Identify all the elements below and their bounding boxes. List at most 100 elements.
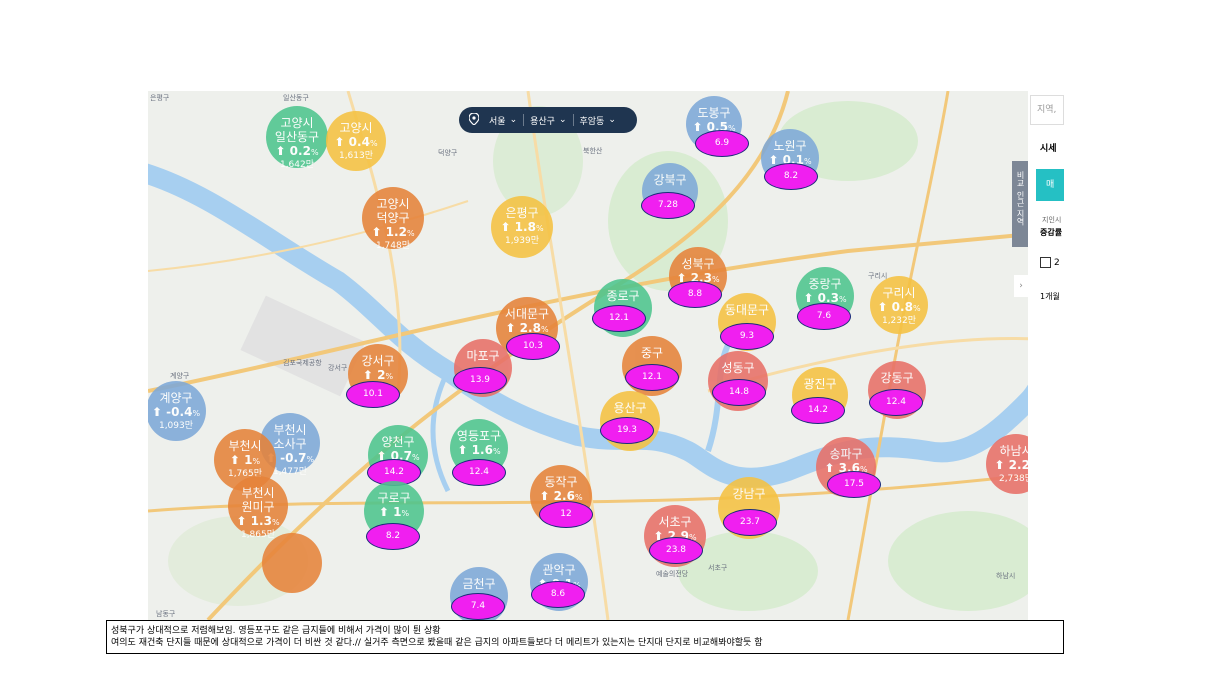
map-label-gangseo: 강서구 — [328, 364, 348, 372]
annotation-value: 12 — [539, 501, 593, 528]
region-name: 강서구 — [361, 354, 395, 368]
region-bubble[interactable]: 고양시 덕양구 ⬆ 1.2% 1,748만 — [362, 187, 424, 251]
dong-label: 후암동 — [579, 116, 605, 127]
note-box: 성북구가 상대적으로 저렴해보임. 영등포구도 같은 급지들에 비해서 가격이 … — [106, 620, 1064, 654]
region-price: 1,613만 — [338, 151, 374, 161]
note-line-2: 여의도 재건축 단지들 때문에 상대적으로 가격이 더 비싼 것 같다.// 실… — [111, 638, 763, 648]
region-name: 성북구 — [681, 257, 715, 271]
compare-tab[interactable]: 비교 인근 지역 — [1012, 161, 1028, 247]
chevron-down-icon: ⌄ — [558, 115, 567, 125]
annotation-value: 10.3 — [506, 333, 560, 360]
annotation-value: 12.1 — [592, 305, 646, 332]
map-label-banpo: 예술의전당 — [656, 570, 689, 578]
region-name: 마포구 — [466, 349, 500, 363]
indicator-value[interactable]: 증감률 — [1040, 227, 1062, 238]
date-picker[interactable]: 2 — [1040, 257, 1060, 268]
period-select[interactable]: 1개월 — [1040, 291, 1060, 302]
region-change: ⬆ 1.8% — [500, 220, 544, 234]
region-change: ⬆ 0.4% — [334, 135, 378, 149]
region-change: ⬆ 1.3% — [236, 514, 280, 528]
region-bubble[interactable]: 부천시 원미구 ⬆ 1.3% 1,865만 — [228, 476, 288, 540]
region-name: 일산동구 — [274, 130, 320, 144]
region-name: 부천시 — [228, 439, 262, 453]
region-price: 1,939만 — [504, 236, 540, 246]
region-name: 구로구 — [377, 491, 411, 505]
district-dropdown[interactable]: 용산구 ⌄ — [524, 114, 572, 127]
map-label-deokyang: 덕양구 — [438, 149, 458, 157]
chevron-right-icon[interactable]: › — [1014, 275, 1028, 297]
region-bubble[interactable]: 은평구 ⬆ 1.8% 1,939만 — [491, 196, 553, 258]
region-price: 1,642만 — [279, 160, 315, 170]
region-name: 노원구 — [773, 139, 807, 153]
region-name: 광진구 — [803, 377, 837, 391]
region-name: 서초구 — [658, 515, 692, 529]
annotation-value: 7.6 — [797, 303, 851, 330]
region-bubble[interactable] — [262, 533, 322, 593]
region-change: ⬆ 1.6% — [457, 443, 501, 457]
region-name: 서대문구 — [504, 307, 550, 321]
region-change: ⬆ 1% — [378, 505, 410, 519]
annotation-value: 17.5 — [827, 471, 881, 498]
annotation-value: 8.2 — [764, 163, 818, 190]
region-price: 1,232만 — [881, 316, 917, 326]
search-input[interactable]: 지역, — [1030, 95, 1064, 125]
region-bubble[interactable]: 고양시 ⬆ 0.4% 1,613만 — [326, 111, 386, 171]
region-name: 부천시 — [273, 423, 307, 437]
region-name: 고양시 — [376, 197, 410, 211]
region-name: 덕양구 — [376, 211, 410, 225]
region-name: 고양시 — [280, 116, 314, 130]
city-label: 서울 — [489, 116, 506, 127]
region-name: 중랑구 — [808, 277, 842, 291]
chevron-down-icon: ⌄ — [608, 115, 616, 125]
region-change: ⬆ 0.2% — [275, 144, 319, 158]
annotation-value: 23.8 — [649, 537, 703, 564]
region-bubble[interactable]: 고양시 일산동구 ⬆ 0.2% 1,642만 — [266, 106, 328, 170]
location-pin-icon — [468, 111, 480, 128]
region-selector[interactable]: 서울 ⌄ 용산구 ⌄ 후암동 ⌄ — [459, 107, 637, 133]
region-name: 동대문구 — [724, 303, 770, 317]
teal-button[interactable]: 매 — [1036, 169, 1064, 201]
region-name: 종로구 — [606, 289, 640, 303]
region-name: 강북구 — [653, 173, 687, 187]
map-label-seocho: 서초구 — [708, 564, 728, 572]
map-label-eunpyeong: 은평구 — [150, 94, 170, 102]
annotation-value: 7.28 — [641, 192, 695, 219]
region-name: 양천구 — [381, 435, 415, 449]
annotation-value: 12.1 — [625, 364, 679, 391]
city-dropdown[interactable]: 서울 ⌄ — [483, 114, 523, 127]
annotation-value: 13.9 — [453, 367, 507, 394]
calendar-icon — [1040, 257, 1051, 268]
annotation-value: 8.2 — [366, 523, 420, 550]
annotation-value: 14.2 — [791, 397, 845, 424]
annotation-value: 7.4 — [451, 593, 505, 620]
region-price: 1,093만 — [158, 421, 194, 431]
date-value: 2 — [1054, 257, 1060, 268]
region-name: 강남구 — [732, 487, 766, 501]
map-label-namdong: 남동구 — [156, 610, 176, 618]
region-name: 고양시 — [339, 121, 373, 135]
region-name: 송파구 — [829, 447, 863, 461]
compare-label: 비교 — [1016, 171, 1025, 187]
annotation-value: 19.3 — [600, 417, 654, 444]
annotation-value: 14.8 — [712, 379, 766, 406]
dong-dropdown[interactable]: 후암동 ⌄ — [574, 114, 622, 127]
map-label-ilsan: 일산동구 — [283, 94, 309, 102]
annotation-value: 12.4 — [452, 459, 506, 486]
region-name: 용산구 — [613, 401, 647, 415]
region-bubble[interactable]: 계양구 ⬆ -0.4% 1,093만 — [148, 381, 206, 441]
annotation-value: 8.8 — [668, 281, 722, 308]
region-name: 구리시 — [882, 286, 916, 300]
note-line-1: 성북구가 상대적으로 저렴해보임. 영등포구도 같은 급지들에 비해서 가격이 … — [111, 626, 441, 636]
region-name: 강동구 — [880, 371, 914, 385]
region-bubble[interactable]: 구리시 ⬆ 0.8% 1,232만 — [870, 276, 928, 334]
map-label-hanam: 하남시 — [996, 572, 1016, 580]
chevron-down-icon: ⌄ — [509, 115, 518, 125]
tab-price[interactable]: 시세 — [1040, 141, 1057, 154]
region-name: 영등포구 — [456, 429, 502, 443]
annotation-value: 12.4 — [869, 389, 923, 416]
map-label-bukhansan: 북한산 — [583, 147, 603, 155]
annotation-value: 9.3 — [720, 323, 774, 350]
map-view[interactable]: 은평구 일산동구 계양구 강서구 남동구 덕양구 서초구 김포국제공항 예술의전… — [148, 91, 1064, 620]
region-price: 1,748만 — [375, 241, 411, 251]
indicator-label: 지인시 — [1042, 216, 1062, 224]
